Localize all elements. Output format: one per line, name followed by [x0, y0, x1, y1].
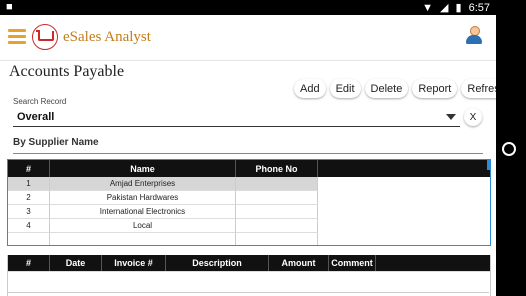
transactions-table-header: # Date Invoice # Description Amount Comm…: [8, 255, 490, 271]
dropdown-caret-icon: [446, 114, 456, 120]
wifi-icon: ▼: [422, 1, 434, 14]
supplier-phone: [236, 191, 318, 205]
row-number: 4: [8, 219, 50, 233]
search-record-select[interactable]: Overall: [13, 109, 460, 127]
home-circle-icon[interactable]: [502, 142, 516, 156]
supplier-name-filter[interactable]: By Supplier Name: [13, 137, 483, 154]
column-header-comment: Comment: [329, 255, 376, 271]
empty-cell: [50, 233, 236, 245]
column-header-number: #: [8, 160, 50, 177]
supplier-phone: [236, 219, 318, 233]
app-bar: eSales Analyst: [0, 15, 496, 61]
supplier-name: Pakistan Hardwares: [50, 191, 236, 205]
edit-button[interactable]: Edit: [329, 79, 361, 98]
column-header-name: Name: [50, 160, 236, 177]
app-title: eSales Analyst: [63, 29, 151, 45]
status-bar: ■ ▼ ◢ ▮ 6:57: [0, 0, 496, 15]
status-icons: ▼ ◢ ▮ 6:57: [422, 1, 490, 15]
transactions-table: # Date Invoice # Description Amount Comm…: [7, 255, 491, 296]
column-header-amount: Amount: [269, 255, 329, 271]
report-button[interactable]: Report: [412, 79, 458, 98]
column-header-date: Date: [50, 255, 102, 271]
column-header-phone: Phone No: [236, 160, 318, 177]
table-row[interactable]: 4 Local: [8, 219, 318, 233]
table-row[interactable]: 3 International Electronics: [8, 205, 318, 219]
shopping-cart-logo-icon: [32, 24, 58, 50]
supplier-name: International Electronics: [50, 205, 236, 219]
page-title: Accounts Payable: [9, 63, 125, 80]
column-header-number: #: [8, 255, 50, 271]
column-header-description: Description: [166, 255, 269, 271]
table-row[interactable]: 1 Amjad Enterprises: [8, 177, 318, 191]
column-header-invoice: Invoice #: [102, 255, 166, 271]
table-row-empty: [8, 233, 318, 245]
row-number: 3: [8, 205, 50, 219]
supplier-name: Amjad Enterprises: [50, 177, 236, 191]
row-number: 2: [8, 191, 50, 205]
hamburger-menu-icon[interactable]: [8, 29, 26, 45]
notification-icon: ■: [6, 1, 13, 13]
clear-search-button[interactable]: X: [464, 108, 482, 126]
empty-cell: [8, 233, 50, 245]
table-row[interactable]: 2 Pakistan Hardwares: [8, 191, 318, 205]
app-screen: ■ ▼ ◢ ▮ 6:57 eSales Analyst Accounts Pay…: [0, 0, 496, 296]
delete-button[interactable]: Delete: [364, 79, 409, 98]
add-button[interactable]: Add: [294, 79, 326, 98]
status-time: 6:57: [468, 1, 490, 14]
supplier-phone: [236, 205, 318, 219]
supplier-name: Local: [50, 219, 236, 233]
battery-icon: ▮: [455, 2, 462, 14]
supplier-phone: [236, 177, 318, 191]
transactions-table-body: [8, 271, 490, 272]
action-toolbar: Add Edit Delete Report Refresh: [294, 79, 496, 98]
user-avatar-icon[interactable]: [465, 26, 483, 44]
system-navigation-bar: [496, 0, 526, 296]
empty-cell: [236, 233, 318, 245]
divider: [7, 292, 489, 293]
search-record-value: Overall: [17, 111, 55, 123]
supplier-table-header: # Name Phone No: [8, 160, 490, 177]
refresh-button[interactable]: Refresh: [461, 79, 496, 98]
supplier-table: # Name Phone No 1 Amjad Enterprises 2 Pa…: [7, 159, 491, 246]
table-scroll-indicator[interactable]: [487, 160, 490, 170]
search-record-label: Search Record: [13, 97, 67, 106]
row-number: 1: [8, 177, 50, 191]
signal-icon: ◢: [440, 2, 449, 14]
